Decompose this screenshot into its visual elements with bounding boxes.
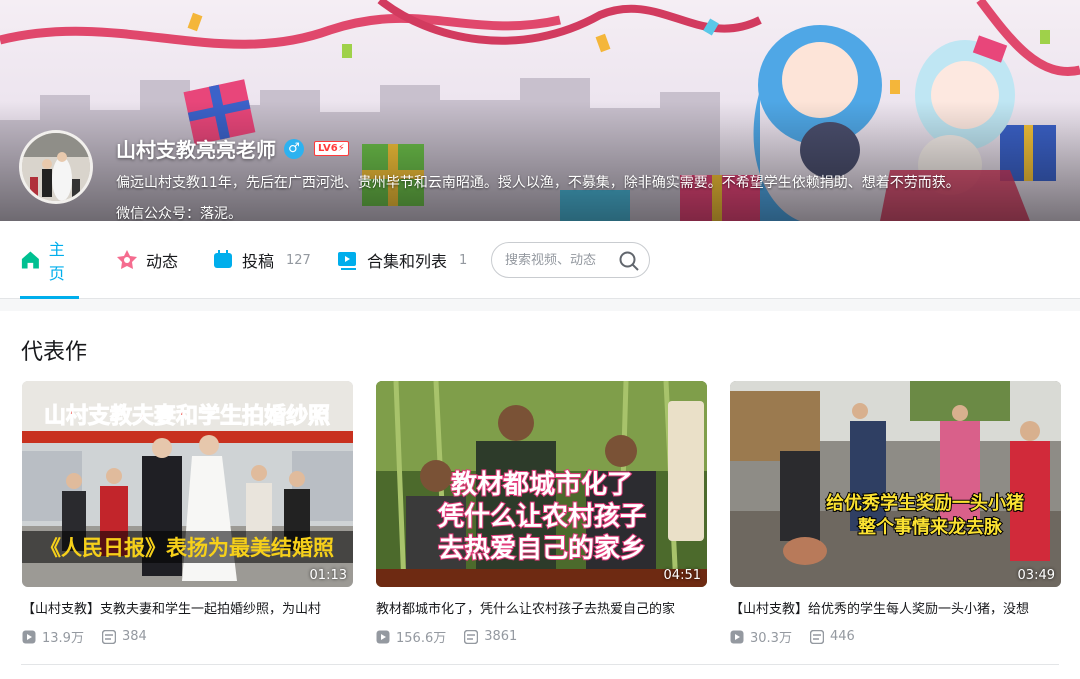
overlay-line-3: 去热爱自己的家乡 [438,533,646,564]
video-thumbnail[interactable]: 山村支教夫妻和学生拍婚纱照 《人民日报》表扬为最美结婚照 01:13 [22,381,353,587]
wechat-info: 微信公众号：落泥。 [116,206,242,221]
dynamic-icon [117,250,137,269]
overlay-line-1: 给优秀学生奖励一头小猪 [826,492,1024,514]
tab-label: 动态 [146,252,179,271]
play-count-icon [730,630,744,643]
view-count: 156.6万 [376,627,446,646]
video-duration: 01:13 [309,568,347,583]
overlay-line-1: 教材都城市化了 [451,469,633,500]
video-card[interactable]: 给优秀学生奖励一头小猪 整个事情来龙去脉 03:49 【山村支教】给优秀的学生每… [730,381,1061,646]
danmaku-count: 3861 [464,629,517,644]
overlay-text-top: 山村支教夫妻和学生拍婚纱照 [44,403,330,429]
profile-nav: 主页 动态 投稿 127 合集和列表 1 [0,221,1080,299]
video-title[interactable]: 【山村支教】给优秀的学生每人奖励一头小猪，没想 [730,598,1061,617]
view-count: 30.3万 [730,627,792,646]
search-box [491,242,650,278]
video-title[interactable]: 【山村支教】支教夫妻和学生一起拍婚纱照，为山村 [22,598,353,617]
section-gap [0,299,1080,311]
section-title: 代表作 [21,340,88,365]
overlay-line-2: 凭什么让农村孩子 [437,501,646,532]
danmaku-count-value: 3861 [484,629,518,644]
video-duration: 03:49 [1017,568,1055,583]
user-bio: 偏远山村支教11年，先后在广西河池、贵州毕节和云南昭通。授人以渔，不募集，除非确… [116,175,960,191]
video-card[interactable]: 教材都城市化了 凭什么让农村孩子 去热爱自己的家乡 04:51 教材都城市化了，… [376,381,707,646]
danmaku-icon [809,629,824,644]
collections-count: 1 [459,252,468,268]
tab-upload[interactable]: 投稿 127 [212,221,311,299]
video-card[interactable]: 山村支教夫妻和学生拍婚纱照 《人民日报》表扬为最美结婚照 01:13 【山村支教… [22,381,353,646]
view-count-value: 30.3万 [750,631,792,646]
home-icon [21,251,39,269]
user-name[interactable]: 山村支教亮亮老师 [116,134,276,163]
danmaku-count: 446 [809,629,855,644]
danmaku-count: 384 [101,629,147,644]
collection-icon [338,252,356,270]
danmaku-count-value: 446 [829,629,855,644]
view-count-value: 156.6万 [396,631,447,646]
video-thumbnail[interactable]: 给优秀学生奖励一头小猪 整个事情来龙去脉 03:49 [730,381,1061,587]
upload-icon [214,250,232,268]
danmaku-count-value: 384 [121,629,147,644]
video-stats: 30.3万 446 [730,627,1061,646]
avatar[interactable] [19,130,93,204]
tab-label: 合集和列表 [367,252,448,271]
play-count-icon [376,630,390,643]
danmaku-icon [101,629,116,644]
danmaku-icon [464,629,479,644]
video-thumbnail[interactable]: 教材都城市化了 凭什么让农村孩子 去热爱自己的家乡 04:51 [376,381,707,587]
tab-collections[interactable]: 合集和列表 1 [337,221,467,299]
tab-label: 投稿 [242,252,275,271]
upload-count: 127 [286,252,311,268]
level-badge: LV6⚡ [314,141,349,156]
view-count: 13.9万 [22,627,84,646]
tab-home[interactable]: 主页 [20,221,79,299]
video-title[interactable]: 教材都城市化了，凭什么让农村孩子去热爱自己的家 [376,598,707,617]
male-gender-icon: ♂ [284,138,304,159]
video-duration: 04:51 [663,568,701,583]
overlay-line-2: 整个事情来龙去脉 [857,516,1003,538]
video-stats: 156.6万 3861 [376,627,707,646]
section-divider [21,664,1059,665]
tab-dynamic[interactable]: 动态 [116,221,178,299]
play-count-icon [22,630,36,643]
search-input[interactable] [505,252,620,268]
video-stats: 13.9万 384 [22,627,353,646]
name-row: 山村支教亮亮老师 ♂ LV6⚡ [116,134,349,163]
view-count-value: 13.9万 [42,631,84,646]
profile-banner: 山村支教亮亮老师 ♂ LV6⚡ 偏远山村支教11年，先后在广西河池、贵州毕节和云… [0,0,1080,221]
overlay-text-bottom: 《人民日报》表扬为最美结婚照 [40,536,334,560]
search-icon[interactable] [617,249,641,273]
tab-label: 主页 [48,240,65,283]
